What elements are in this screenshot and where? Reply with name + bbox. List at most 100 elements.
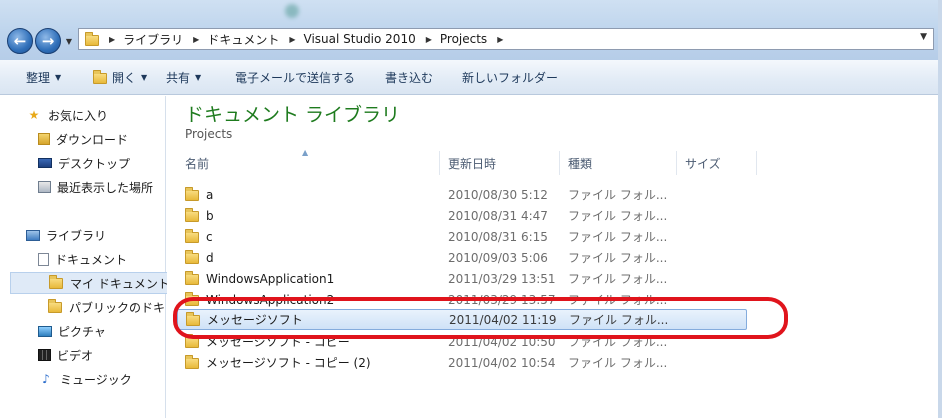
- sidebar-item-recent-places[interactable]: 最近表示した場所: [38, 176, 153, 198]
- file-row[interactable]: b 2010/08/31 4:47 ファイル フォル...: [177, 205, 747, 226]
- email-button[interactable]: 電子メールで送信する: [235, 60, 355, 94]
- file-type: ファイル フォル...: [568, 209, 668, 223]
- file-row[interactable]: d 2010/09/03 5:06 ファイル フォル...: [177, 247, 747, 268]
- column-header-label: 名前: [185, 156, 210, 171]
- open-button[interactable]: 開く ▼: [93, 60, 147, 94]
- file-list-pane: ドキュメント ライブラリ Projects ▲ 名前 更新日時 種類 サイズ a…: [167, 96, 942, 418]
- music-icon: ♪: [42, 372, 50, 386]
- chevron-right-icon[interactable]: ▶: [289, 35, 295, 44]
- column-header-label: サイズ: [685, 156, 721, 171]
- file-row[interactable]: メッセージソフト - コピー (2) 2011/04/02 10:54 ファイル…: [177, 352, 747, 373]
- sidebar-item-label: お気に入り: [48, 108, 109, 123]
- folder-icon: [185, 334, 199, 348]
- column-header-type[interactable]: 種類: [560, 151, 677, 175]
- chevron-right-icon[interactable]: ▶: [109, 35, 115, 44]
- file-name: a: [206, 187, 214, 202]
- file-date: 2011/03/29 13:57: [448, 292, 556, 307]
- column-header-size[interactable]: サイズ: [677, 151, 757, 175]
- file-date: 2010/08/31 6:15: [448, 229, 548, 244]
- file-row[interactable]: WindowsApplication2 2011/03/29 13:57 ファイ…: [177, 289, 747, 310]
- file-row-selected[interactable]: メッセージソフト 2011/04/02 11:19 ファイル フォル...: [177, 309, 747, 330]
- folder-icon: [185, 229, 199, 243]
- breadcrumb-documents[interactable]: ドキュメント: [207, 31, 279, 48]
- folder-icon: [185, 271, 199, 285]
- sidebar-item-videos[interactable]: ビデオ: [38, 344, 93, 366]
- email-label: 電子メールで送信する: [235, 70, 356, 85]
- file-row[interactable]: c 2010/08/31 6:15 ファイル フォル...: [177, 226, 747, 247]
- new-folder-label: 新しいフォルダー: [462, 70, 559, 85]
- sidebar-item-music[interactable]: ♪ ミュージック: [38, 368, 132, 390]
- breadcrumb-visual-studio[interactable]: Visual Studio 2010: [304, 32, 416, 46]
- file-name: WindowsApplication1: [206, 271, 335, 286]
- forward-button[interactable]: →: [35, 28, 61, 54]
- sidebar-item-desktop[interactable]: デスクトップ: [38, 152, 130, 174]
- library-icon: [26, 229, 40, 241]
- sidebar-item-label: 最近表示した場所: [57, 180, 154, 195]
- breadcrumb-library[interactable]: ライブラリ: [123, 31, 183, 48]
- star-icon: ★: [28, 108, 40, 122]
- folder-icon: [185, 355, 199, 369]
- file-row[interactable]: メッセージソフト - コピー 2011/04/02 10:50 ファイル フォル…: [177, 331, 747, 352]
- open-folder-icon: [93, 70, 107, 84]
- organize-label: 整理: [26, 70, 51, 85]
- sidebar-item-my-documents[interactable]: マイ ドキュメント: [10, 272, 176, 294]
- chevron-down-icon: ▼: [195, 72, 202, 82]
- chevron-right-icon[interactable]: ▶: [497, 35, 503, 44]
- open-label: 開く: [112, 70, 137, 85]
- file-name: c: [206, 229, 213, 244]
- file-name: d: [206, 250, 214, 265]
- desktop-icon: [38, 158, 52, 168]
- column-header-label: 種類: [568, 156, 593, 171]
- file-date: 2010/09/03 5:06: [448, 250, 548, 265]
- sidebar-item-label: ライブラリ: [46, 228, 107, 243]
- recent-pages-dropdown[interactable]: ▼: [63, 34, 75, 48]
- file-date: 2011/04/02 11:19: [449, 312, 557, 327]
- file-type: ファイル フォル...: [569, 313, 669, 327]
- sidebar-item-documents[interactable]: ドキュメント: [38, 248, 127, 270]
- sidebar-item-label: デスクトップ: [58, 156, 131, 171]
- sidebar-item-label: ドキュメント: [55, 252, 128, 267]
- file-name: WindowsApplication2: [206, 292, 335, 307]
- new-folder-button[interactable]: 新しいフォルダー: [462, 60, 558, 94]
- back-button[interactable]: ←: [7, 28, 33, 54]
- sidebar-item-favorites[interactable]: ★ お気に入り: [26, 104, 108, 126]
- recent-places-icon: [38, 181, 51, 193]
- arrow-right-icon: →: [41, 31, 55, 50]
- burn-button[interactable]: 書き込む: [385, 60, 433, 94]
- arrow-left-icon: ←: [13, 31, 27, 50]
- sidebar-item-label: ピクチャ: [58, 324, 106, 339]
- burn-label: 書き込む: [385, 70, 434, 85]
- chevron-down-icon: ▼: [65, 36, 73, 46]
- window-border: [938, 0, 942, 418]
- sidebar-item-libraries[interactable]: ライブラリ: [26, 224, 106, 246]
- file-row[interactable]: a 2010/08/30 5:12 ファイル フォル...: [177, 184, 747, 205]
- file-type: ファイル フォル...: [568, 293, 668, 307]
- address-dropdown-icon[interactable]: ▼: [920, 32, 927, 42]
- file-date: 2011/04/02 10:54: [448, 355, 556, 370]
- share-button[interactable]: 共有 ▼: [166, 60, 201, 94]
- folder-icon: [85, 32, 99, 46]
- organize-button[interactable]: 整理 ▼: [26, 60, 61, 94]
- file-name: メッセージソフト: [207, 313, 303, 327]
- file-name: メッセージソフト - コピー: [206, 335, 350, 349]
- column-header-name[interactable]: ▲ 名前: [177, 148, 440, 175]
- sidebar-item-label: ミュージック: [60, 372, 132, 387]
- column-header-date[interactable]: 更新日時: [440, 151, 560, 175]
- file-type: ファイル フォル...: [568, 335, 668, 349]
- navigation-pane: ★ お気に入り ダウンロード デスクトップ 最近表示した場所 ライブラリ ドキュ…: [0, 96, 176, 418]
- folder-icon: [185, 208, 199, 222]
- column-header-row: ▲ 名前 更新日時 種類 サイズ: [177, 148, 942, 175]
- breadcrumb-projects[interactable]: Projects: [440, 32, 487, 46]
- file-row[interactable]: WindowsApplication1 2011/03/29 13:51 ファイ…: [177, 268, 747, 289]
- file-type: ファイル フォル...: [568, 251, 668, 265]
- address-bar[interactable]: ▶ ライブラリ ▶ ドキュメント ▶ Visual Studio 2010 ▶ …: [78, 28, 934, 50]
- file-type: ファイル フォル...: [568, 356, 668, 370]
- sidebar-item-public-documents[interactable]: パブリックのドキ: [47, 296, 165, 318]
- chevron-right-icon[interactable]: ▶: [426, 35, 432, 44]
- sidebar-item-downloads[interactable]: ダウンロード: [38, 128, 128, 150]
- sidebar-item-pictures[interactable]: ピクチャ: [38, 320, 106, 342]
- file-date: 2011/04/02 10:50: [448, 334, 556, 349]
- chevron-right-icon[interactable]: ▶: [193, 35, 199, 44]
- folder-icon: [47, 298, 63, 314]
- sidebar-item-label: マイ ドキュメント: [70, 276, 170, 291]
